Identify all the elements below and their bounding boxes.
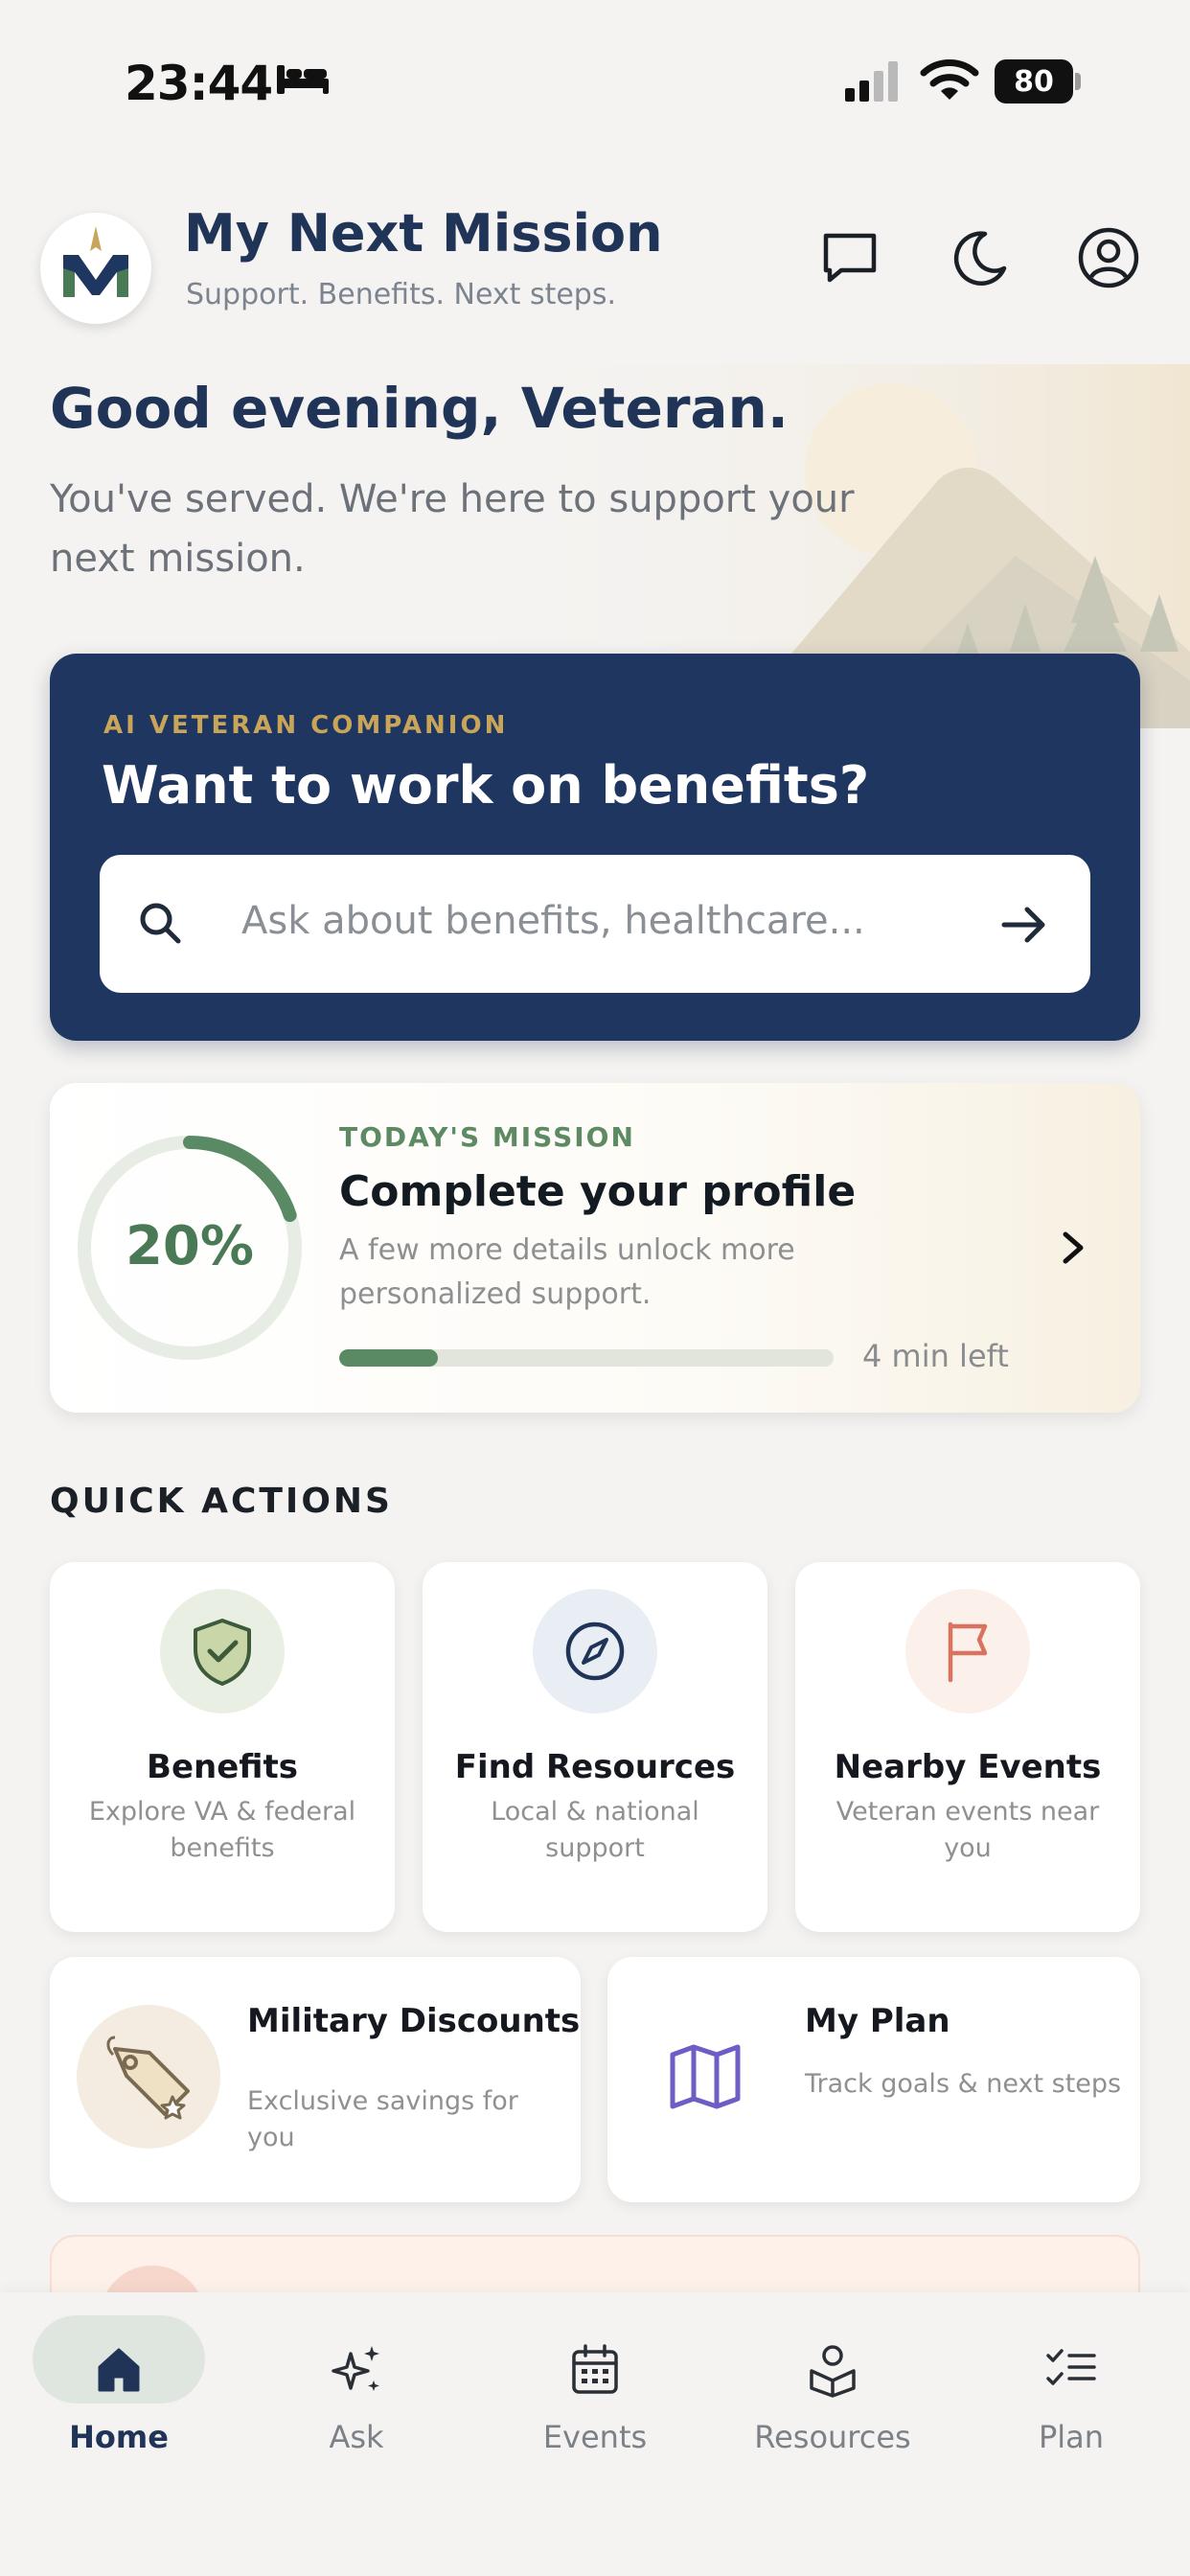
chat-icon[interactable] xyxy=(816,224,883,291)
app-title: My Next Mission xyxy=(184,203,663,264)
military-discounts-tile[interactable]: Military Discounts Exclusive savings for… xyxy=(50,1957,581,2202)
resources-icon-badge xyxy=(533,1589,657,1714)
battery-tip xyxy=(1075,73,1081,90)
wifi-icon xyxy=(920,59,979,100)
tile-title: My Plan xyxy=(805,2002,950,2040)
nav-label: Ask xyxy=(329,2419,384,2455)
chevron-right-icon[interactable] xyxy=(1058,1229,1088,1267)
tile-subtitle: Explore VA & federal benefits xyxy=(88,1797,356,1863)
discounts-icon-badge xyxy=(77,2005,220,2149)
tile-subtitle: Exclusive savings for you xyxy=(247,2086,518,2152)
flag-icon xyxy=(948,1622,988,1683)
mission-progress-fill xyxy=(339,1349,439,1367)
mission-title: Complete your profile xyxy=(339,1167,857,1216)
find-resources-tile[interactable]: Find Resources Local & national support xyxy=(423,1562,767,1932)
checklist-icon xyxy=(1046,2349,1096,2385)
resources-icon xyxy=(810,2345,856,2398)
search-icon xyxy=(140,903,181,944)
nav-label: Home xyxy=(69,2419,169,2455)
map-icon xyxy=(670,2044,741,2109)
sparkle-icon xyxy=(332,2346,379,2391)
shield-check-icon xyxy=(194,1619,251,1686)
mission-eyebrow: TODAY'S MISSION xyxy=(339,1121,635,1153)
profile-icon[interactable] xyxy=(1075,224,1142,291)
nav-resources[interactable]: Resources xyxy=(727,2319,938,2482)
calendar-icon xyxy=(572,2344,618,2394)
compass-icon xyxy=(565,1622,625,1681)
battery-indicator: 80 xyxy=(995,59,1081,104)
greeting-heading: Good evening, Veteran. xyxy=(50,376,789,441)
my-plan-tile[interactable]: My Plan Track goals & next steps xyxy=(607,1957,1140,2202)
battery-level: 80 xyxy=(995,59,1073,104)
nearby-events-tile[interactable]: Nearby Events Veteran events near you xyxy=(795,1562,1140,1932)
search-placeholder[interactable]: Ask about benefits, healthcare... xyxy=(241,899,865,943)
nav-events[interactable]: Events xyxy=(490,2319,700,2482)
dark-mode-icon[interactable] xyxy=(947,224,1014,291)
status-time: 23:44 xyxy=(125,56,273,111)
home-icon xyxy=(98,2348,140,2392)
tile-title: Benefits xyxy=(147,1748,298,1786)
mission-time-left: 4 min left xyxy=(862,1338,1009,1374)
benefits-icon-badge xyxy=(160,1589,285,1714)
ai-card-title: Want to work on benefits? xyxy=(102,755,870,816)
app-subtitle: Support. Benefits. Next steps. xyxy=(186,278,617,311)
mission-description: A few more details unlock more personali… xyxy=(339,1233,795,1311)
nav-label: Events xyxy=(542,2419,648,2455)
sleep-focus-icon xyxy=(277,65,329,94)
tile-title: Military Discounts xyxy=(247,2002,581,2040)
tile-title: Nearby Events xyxy=(834,1748,1102,1786)
greeting-subtext: You've served. We're here to support you… xyxy=(50,477,855,581)
tile-subtitle: Track goals & next steps xyxy=(805,2069,1122,2099)
nav-label: Resources xyxy=(754,2419,911,2455)
profile-progress-percent: 20% xyxy=(125,1215,255,1277)
nav-home[interactable]: Home xyxy=(13,2319,224,2482)
logo-mark-icon xyxy=(63,226,128,297)
mission-progress-bar xyxy=(339,1349,834,1367)
tile-subtitle: Veteran events near you xyxy=(835,1797,1100,1863)
app-logo xyxy=(40,213,151,324)
tag-icon xyxy=(106,2036,190,2120)
tile-title: Find Resources xyxy=(454,1748,736,1786)
nav-plan[interactable]: Plan xyxy=(966,2319,1177,2482)
quick-actions-heading: QUICK ACTIONS xyxy=(50,1482,393,1521)
cellular-signal-icon xyxy=(845,61,898,102)
nav-label: Plan xyxy=(1038,2419,1105,2455)
tile-subtitle: Local & national support xyxy=(491,1797,699,1863)
plan-icon-badge xyxy=(634,2005,778,2149)
events-icon-badge xyxy=(905,1589,1030,1714)
nav-ask[interactable]: Ask xyxy=(251,2319,462,2482)
benefits-tile[interactable]: Benefits Explore VA & federal benefits xyxy=(50,1562,395,1932)
ai-card-eyebrow: AI VETERAN COMPANION xyxy=(103,711,509,740)
submit-arrow-icon[interactable] xyxy=(996,897,1052,953)
